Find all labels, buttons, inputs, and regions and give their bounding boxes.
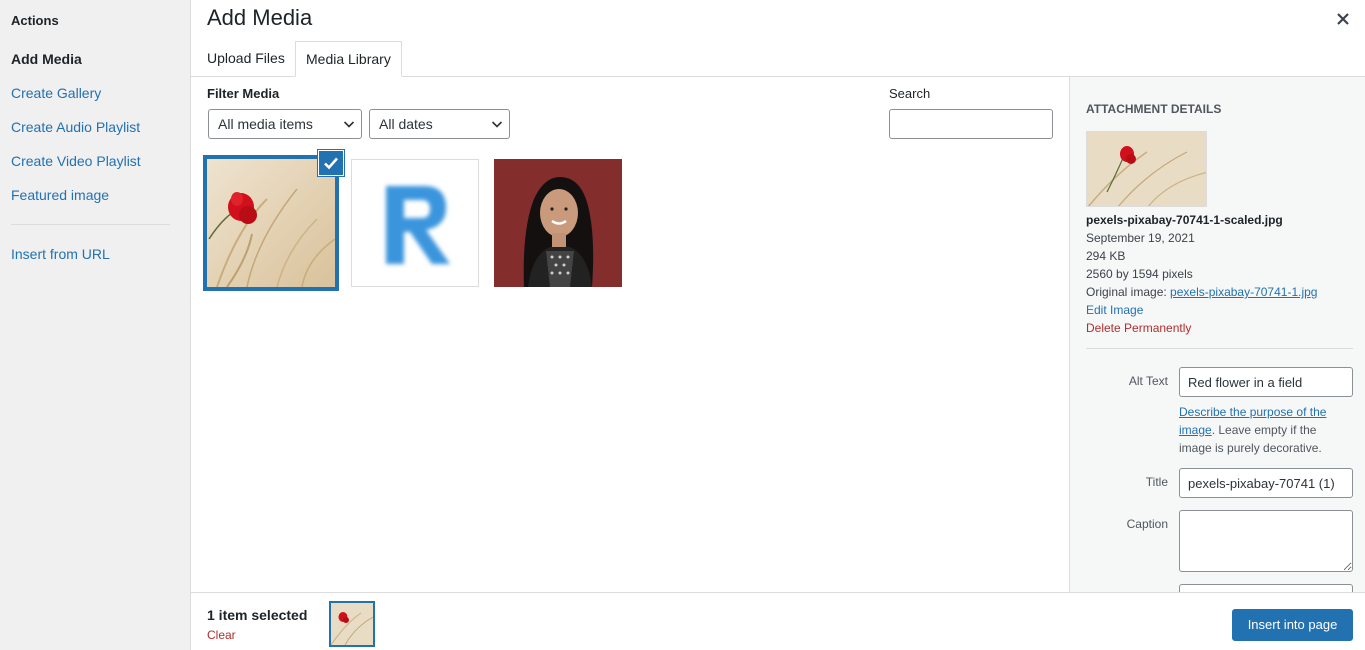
check-icon (324, 157, 338, 170)
search-label: Search (889, 86, 931, 101)
selected-checkmark[interactable] (318, 150, 344, 176)
poppy-mini-image (331, 603, 373, 645)
original-image-row: Original image: pexels-pixabay-70741-1.j… (1086, 285, 1317, 299)
modal-title: Add Media (207, 5, 313, 30)
menu-item-create-video-playlist[interactable]: Create Video Playlist (11, 153, 141, 169)
media-toolbar: 1 item selected Clear Insert into page (191, 592, 1365, 650)
chevron-down-icon (343, 121, 355, 128)
poppy-preview-image (1087, 132, 1206, 206)
tab-upload-files[interactable]: Upload Files (197, 41, 295, 77)
alt-text-label: Alt Text (1128, 374, 1168, 388)
attachment-dimensions: 2560 by 1594 pixels (1086, 267, 1193, 281)
details-divider (1086, 348, 1353, 349)
attachment-preview (1086, 131, 1207, 207)
close-button[interactable] (1330, 6, 1356, 32)
media-type-select[interactable]: All media items (208, 109, 362, 139)
close-icon (1337, 13, 1349, 25)
menu-separator (11, 224, 170, 225)
caption-textarea[interactable] (1179, 510, 1353, 572)
insert-into-page-button[interactable]: Insert into page (1232, 609, 1353, 641)
delete-permanently-link[interactable]: Delete Permanently (1086, 321, 1191, 335)
attachment-blue-letter-r[interactable] (351, 159, 479, 287)
selection-count: 1 item selected (207, 607, 308, 623)
edit-image-link[interactable]: Edit Image (1086, 303, 1143, 317)
attachment-filename: pexels-pixabay-70741-1-scaled.jpg (1086, 213, 1283, 227)
date-value: All dates (379, 116, 433, 132)
title-input[interactable] (1179, 468, 1353, 498)
menu-item-create-audio-playlist[interactable]: Create Audio Playlist (11, 119, 140, 135)
menu-title: Actions (11, 13, 59, 28)
attachment-details-panel: Attachment Details pexels-pixabay-70741-… (1069, 77, 1365, 592)
menu-item-create-gallery[interactable]: Create Gallery (11, 85, 101, 101)
letter-r-image (386, 186, 450, 264)
original-image-link[interactable]: pexels-pixabay-70741-1.jpg (1170, 285, 1317, 299)
tab-media-library[interactable]: Media Library (295, 41, 402, 77)
poppy-image (207, 159, 335, 287)
attachment-date: September 19, 2021 (1086, 231, 1195, 245)
original-image-label: Original image: (1086, 285, 1167, 299)
search-input[interactable] (889, 109, 1053, 139)
title-label: Title (1145, 475, 1168, 489)
media-type-value: All media items (218, 116, 313, 132)
date-select[interactable]: All dates (369, 109, 510, 139)
caption-label: Caption (1126, 517, 1168, 531)
media-menu: Actions Add Media Create Gallery Create … (0, 0, 191, 650)
filter-media-label: Filter Media (207, 86, 280, 101)
attachment-portrait-woman[interactable] (494, 159, 622, 287)
menu-item-insert-from-url[interactable]: Insert from URL (11, 246, 110, 262)
alt-text-description: Describe the purpose of the image. Leave… (1179, 405, 1327, 455)
attachment-details-heading: Attachment Details (1086, 102, 1222, 116)
alt-text-input[interactable] (1179, 367, 1353, 397)
attachment-filesize: 294 KB (1086, 249, 1126, 263)
attachment-poppy-flower-field[interactable] (203, 155, 339, 291)
clear-selection-link[interactable]: Clear (207, 628, 236, 642)
chevron-down-icon (491, 121, 503, 128)
selected-attachment-thumb[interactable] (329, 601, 375, 647)
menu-item-featured-image[interactable]: Featured image (11, 187, 109, 203)
description-textarea[interactable] (1179, 584, 1353, 592)
portrait-image (494, 159, 622, 287)
menu-item-add-media[interactable]: Add Media (11, 51, 82, 67)
